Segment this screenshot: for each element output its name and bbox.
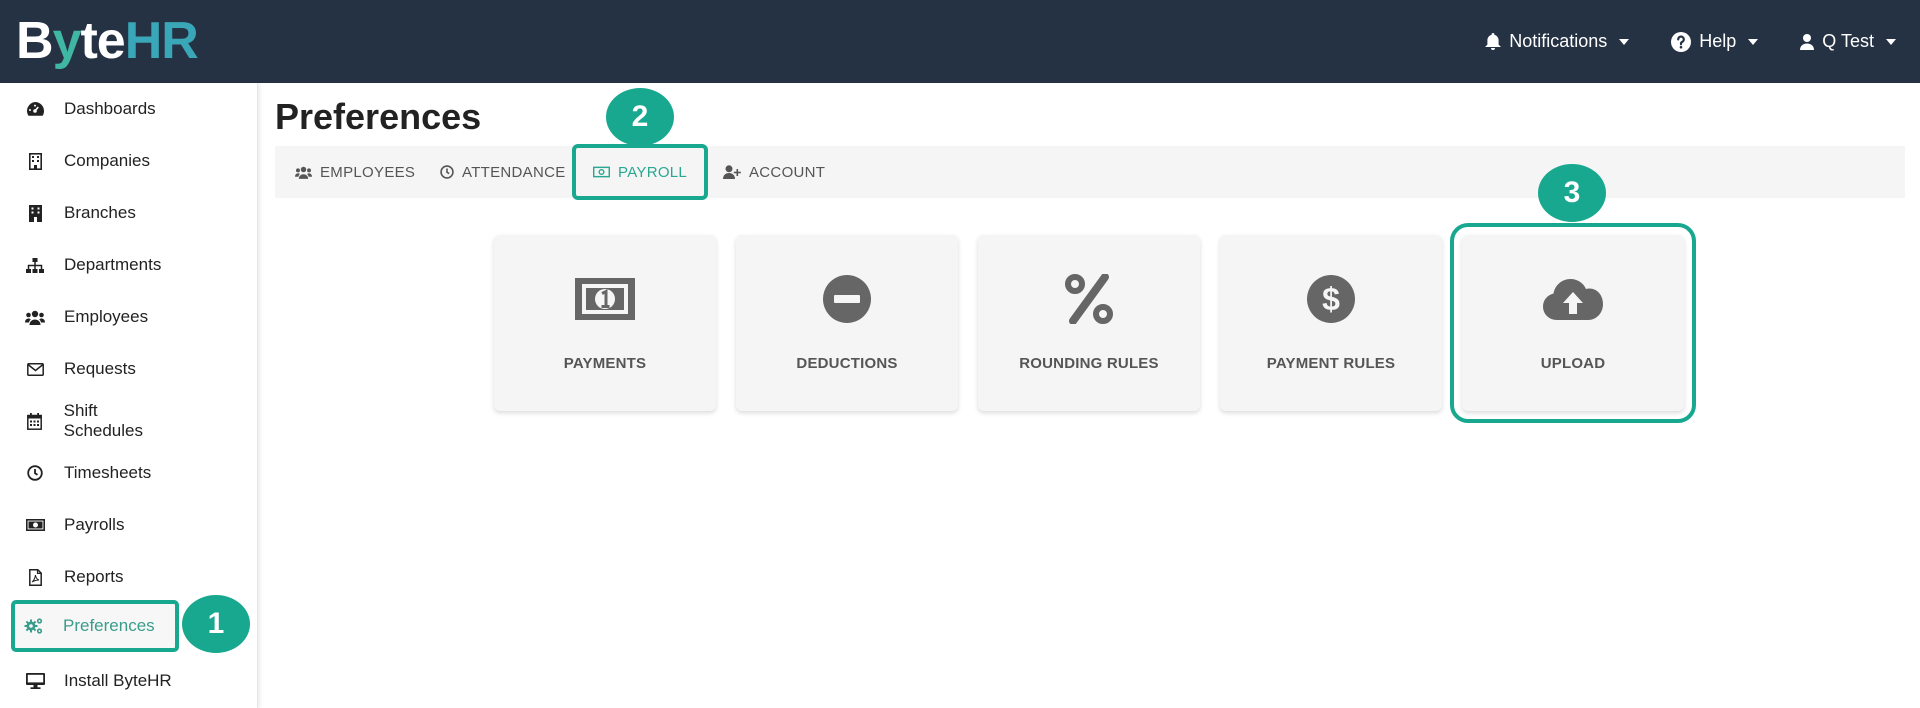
clock-icon [440, 165, 454, 179]
users-icon [295, 166, 312, 179]
bytehr-logo[interactable]: By te HR [16, 12, 199, 70]
payments-card[interactable]: PAYMENTS [494, 235, 716, 411]
notifications-label: Notifications [1509, 31, 1608, 51]
tab-attendance[interactable]: ATTENDANCE [440, 146, 566, 198]
sidebar-item-label: Companies [64, 151, 150, 170]
user-dropdown[interactable]: Q Test [1800, 31, 1896, 52]
upload-card[interactable]: UPLOAD [1450, 223, 1696, 423]
logo-letter-y: y [52, 12, 82, 70]
sidebar-item-payrolls[interactable]: Payrolls [12, 501, 180, 549]
chevron-down-icon [1748, 38, 1759, 45]
sitemap-icon [22, 255, 48, 275]
money-bill-icon [575, 273, 635, 325]
sidebar-item-label: Payrolls [64, 515, 125, 534]
sidebar-item-label: Reports [64, 567, 124, 586]
sidebar-item-install-bytehr[interactable]: Install ByteHR [12, 657, 180, 705]
sidebar-item-branches[interactable]: Branches [12, 189, 180, 237]
step-badge-2: 2 [606, 88, 674, 146]
tab-account[interactable]: ACCOUNT [723, 146, 825, 198]
sidebar-item-reports[interactable]: Reports [12, 553, 180, 601]
notifications-dropdown[interactable]: Notifications [1485, 31, 1630, 52]
tab-payroll[interactable]: PAYROLL [572, 144, 709, 200]
svg-text:$: $ [1322, 281, 1340, 317]
tab-label: ACCOUNT [749, 163, 826, 181]
sidebar-item-label: Branches [64, 203, 136, 222]
sidebar-item-departments[interactable]: Departments [12, 241, 180, 289]
clock-icon [22, 463, 48, 483]
help-dropdown[interactable]: Help [1671, 31, 1759, 52]
question-circle-icon [1671, 31, 1692, 52]
desktop-icon [22, 671, 48, 691]
sidebar-item-companies[interactable]: Companies [12, 137, 180, 185]
sidebar-item-label: Dashboards [64, 99, 156, 118]
percent-icon [1065, 273, 1113, 325]
money-icon [22, 515, 48, 535]
tab-label: PAYROLL [618, 163, 688, 181]
pdf-icon [22, 567, 48, 587]
tab-label: ATTENDANCE [462, 163, 566, 181]
user-name: Q Test [1822, 31, 1874, 51]
payroll-preference-cards: PAYMENTS DEDUCTIONS ROUNDING RULES $ PAY… [494, 223, 1696, 423]
card-label: DEDUCTIONS [796, 355, 898, 372]
sidebar-item-label: Employees [64, 307, 149, 326]
envelope-icon [22, 359, 48, 379]
page-title: Preferences [275, 96, 482, 137]
users-icon [22, 307, 48, 327]
sidebar-item-requests[interactable]: Requests [12, 345, 180, 393]
rounding-rules-card[interactable]: ROUNDING RULES [978, 235, 1200, 411]
calendar-icon [22, 411, 48, 431]
user-icon [1800, 33, 1815, 50]
step-badge-1: 1 [182, 595, 250, 653]
chevron-down-icon [1619, 38, 1630, 45]
cloud-upload-icon [1543, 273, 1603, 325]
payment-rules-card[interactable]: $ PAYMENT RULES [1220, 235, 1442, 411]
card-label: ROUNDING RULES [1019, 355, 1159, 372]
minus-circle-icon [823, 273, 871, 325]
sidebar-item-label: Requests [64, 359, 136, 378]
logo-letter-b: B [16, 12, 54, 70]
tab-label: EMPLOYEES [320, 163, 416, 181]
bell-icon [1485, 32, 1502, 50]
sidebar-item-label: Preferences [63, 616, 155, 635]
card-label: UPLOAD [1540, 355, 1606, 372]
top-nav-menu: Notifications Help Q Test [1485, 0, 1896, 83]
sidebar-item-dashboards[interactable]: Dashboards [12, 85, 180, 133]
user-plus-icon [723, 165, 741, 179]
sidebar-item-label: Shift Schedules [63, 401, 143, 440]
help-label: Help [1699, 31, 1737, 51]
logo-letters-hr: HR [124, 12, 199, 70]
step-badge-3: 3 [1538, 164, 1606, 222]
cogs-icon [21, 616, 47, 636]
card-label: PAYMENT RULES [1266, 355, 1396, 372]
logo-letters-te: te [80, 12, 125, 70]
sidebar-item-employees[interactable]: Employees [12, 293, 180, 341]
preferences-tabs: EMPLOYEES ATTENDANCE PAYROLL ACCOUNT [275, 144, 1905, 200]
top-navbar: By te HR Notifications Help Q Test [0, 0, 1920, 83]
chevron-down-icon [1886, 38, 1896, 45]
tab-employees[interactable]: EMPLOYEES [295, 146, 415, 198]
sidebar-item-label: Departments [64, 255, 162, 274]
sidebar-item-label: Install ByteHR [64, 671, 172, 690]
sidebar-item-timesheets[interactable]: Timesheets [12, 449, 180, 497]
money-icon [593, 166, 610, 178]
deductions-card[interactable]: DEDUCTIONS [736, 235, 958, 411]
building-icon [22, 151, 48, 171]
sidebar-item-shift-schedules[interactable]: Shift Schedules [12, 397, 180, 445]
dashboard-icon [22, 99, 48, 119]
dollar-circle-icon: $ [1307, 273, 1355, 325]
card-label: PAYMENTS [563, 355, 647, 372]
branch-icon [22, 203, 48, 223]
sidebar-item-preferences[interactable]: Preferences [11, 600, 179, 652]
sidebar-item-label: Timesheets [64, 463, 152, 482]
